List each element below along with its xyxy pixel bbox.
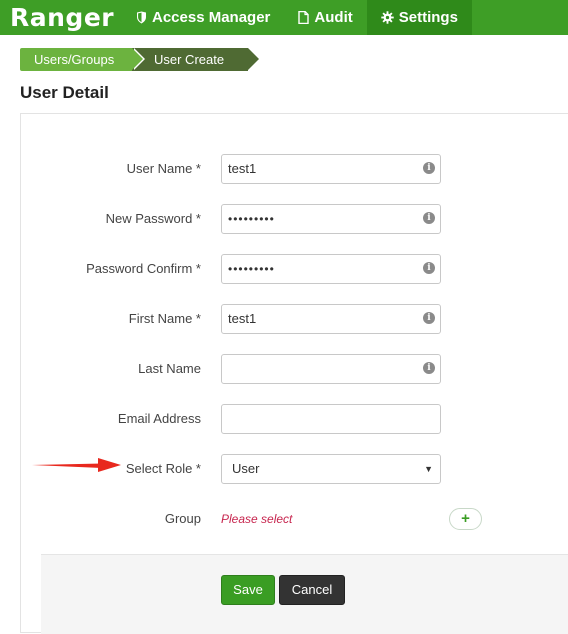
user-name-input[interactable]: test1 <box>221 154 441 184</box>
select-role-label: Select Role * <box>125 461 201 476</box>
user-detail-form: User Name * test1 i New Password * •••••… <box>20 113 568 634</box>
page-title: User Detail <box>20 83 109 102</box>
select-role-value: User <box>232 461 260 476</box>
new-password-row: New Password * ••••••••• i <box>21 204 568 234</box>
password-confirm-row: Password Confirm * ••••••••• i <box>21 254 568 284</box>
email-address-label: Email Address <box>117 411 201 426</box>
user-name-label: User Name * <box>126 161 201 176</box>
new-password-label: New Password * <box>105 211 201 226</box>
shield-icon <box>136 11 147 24</box>
top-navbar: Ranger Access Manager Audit Settings <box>0 0 568 35</box>
brand-logo[interactable]: Ranger <box>0 3 122 32</box>
first-name-row: First Name * test1 i <box>21 304 568 334</box>
caret-down-icon: ▼ <box>424 464 433 474</box>
password-confirm-label: Password Confirm * <box>86 261 201 276</box>
nav-settings-label: Settings <box>398 9 458 26</box>
nav-settings[interactable]: Settings <box>366 0 472 35</box>
group-label: Group <box>164 511 201 526</box>
nav-access-manager[interactable]: Access Manager <box>122 0 284 35</box>
annotation-arrow-icon <box>32 458 121 472</box>
nav-access-manager-label: Access Manager <box>152 9 271 26</box>
first-name-label: First Name * <box>128 311 201 326</box>
last-name-label: Last Name <box>138 361 201 376</box>
nav-audit-label: Audit <box>314 9 353 26</box>
first-name-input[interactable]: test1 <box>221 304 441 334</box>
user-name-row: User Name * test1 i <box>21 154 568 184</box>
email-address-row: Email Address <box>21 404 568 434</box>
new-password-input[interactable]: ••••••••• <box>221 204 441 234</box>
group-row: Group Please select + <box>21 504 568 534</box>
file-icon <box>298 11 310 24</box>
breadcrumb-user-create: User Create <box>132 48 259 71</box>
select-role-dropdown[interactable]: User ▼ <box>221 454 441 484</box>
info-icon[interactable]: i <box>423 362 435 374</box>
email-address-input[interactable] <box>221 404 441 434</box>
save-button[interactable]: Save <box>221 575 275 605</box>
info-icon[interactable]: i <box>423 312 435 324</box>
add-group-button[interactable]: + <box>449 508 482 530</box>
breadcrumb: Users/Groups User Create <box>20 48 259 71</box>
group-select-placeholder[interactable]: Please select <box>221 504 292 534</box>
info-icon[interactable]: i <box>423 212 435 224</box>
nav-audit[interactable]: Audit <box>284 0 366 35</box>
cancel-button[interactable]: Cancel <box>279 575 345 605</box>
breadcrumb-users-groups[interactable]: Users/Groups <box>20 48 145 71</box>
info-icon[interactable]: i <box>423 162 435 174</box>
form-actions: Save Cancel <box>41 554 568 634</box>
password-confirm-input[interactable]: ••••••••• <box>221 254 441 284</box>
last-name-input[interactable] <box>221 354 441 384</box>
gear-icon <box>381 11 394 24</box>
info-icon[interactable]: i <box>423 262 435 274</box>
last-name-row: Last Name i <box>21 354 568 384</box>
